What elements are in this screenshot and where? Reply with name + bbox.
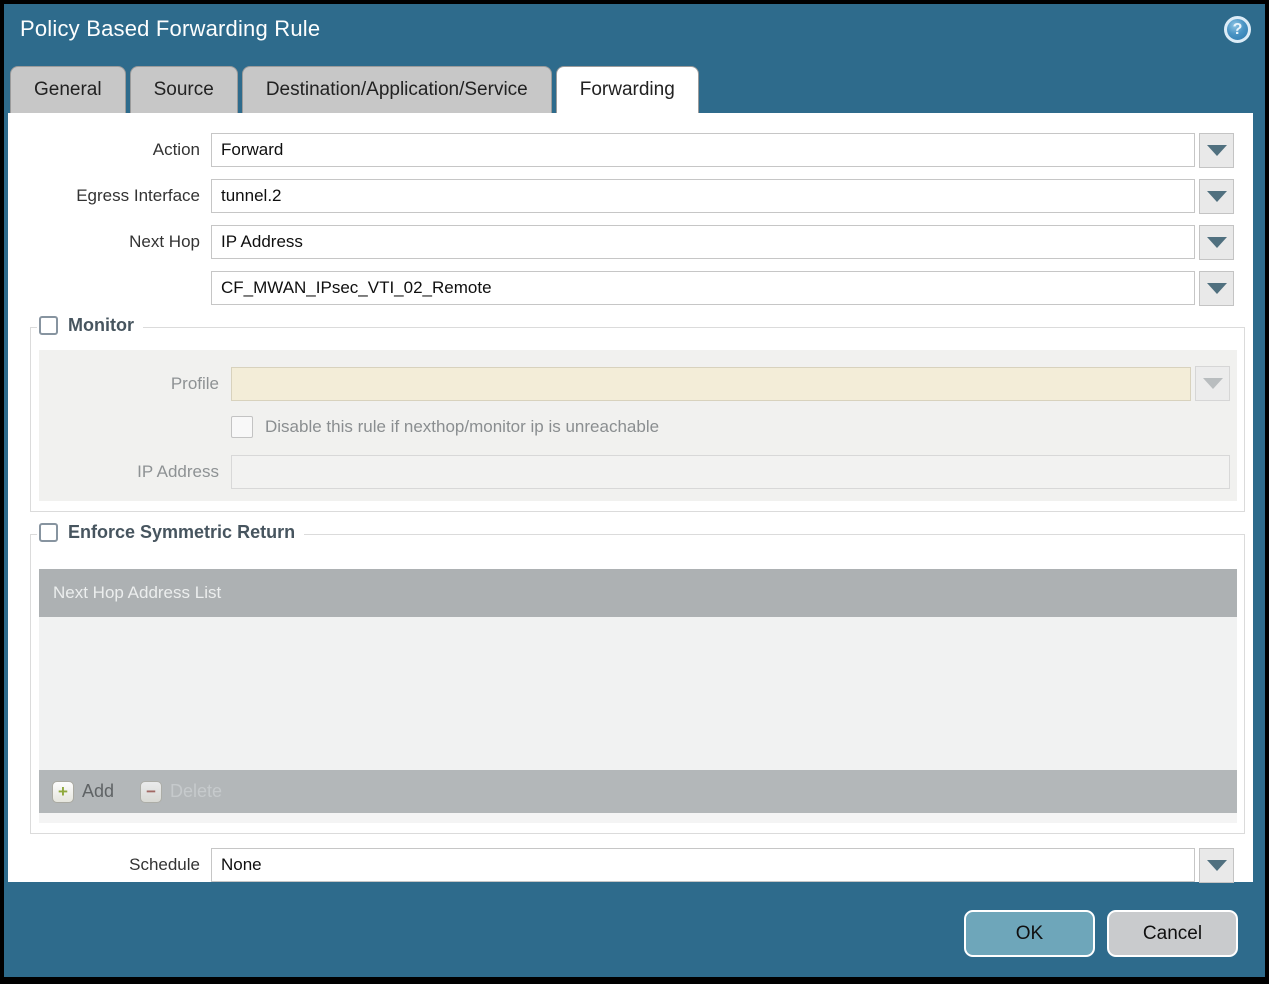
add-button[interactable]: + Add bbox=[52, 780, 115, 803]
chevron-down-icon bbox=[1206, 190, 1227, 202]
tab-bar: General Source Destination/Application/S… bbox=[4, 66, 1265, 113]
next-hop-address-list-toolbar: + Add − Delete bbox=[39, 770, 1237, 813]
delete-button-label: Delete bbox=[170, 781, 223, 801]
enforce-symmetric-return-legend-label: Enforce Symmetric Return bbox=[68, 522, 296, 542]
next-hop-type-value: IP Address bbox=[221, 232, 303, 251]
cancel-button[interactable]: Cancel bbox=[1107, 910, 1238, 957]
enforce-symmetric-return-checkbox[interactable] bbox=[39, 523, 58, 542]
next-hop-row: Next Hop IP Address bbox=[8, 224, 1234, 260]
next-hop-address-value: CF_MWAN_IPsec_VTI_02_Remote bbox=[221, 278, 492, 297]
help-icon[interactable]: ? bbox=[1224, 16, 1251, 43]
monitor-ip-address-row: IP Address bbox=[39, 455, 1233, 489]
chevron-down-icon bbox=[1206, 282, 1227, 294]
enforce-symmetric-return-legend: Enforce Symmetric Return bbox=[37, 522, 305, 543]
monitor-checkbox[interactable] bbox=[39, 316, 58, 335]
next-hop-type-dropdown-button[interactable] bbox=[1199, 224, 1234, 260]
next-hop-type-select[interactable]: IP Address bbox=[211, 225, 1195, 259]
schedule-row: Schedule None bbox=[8, 847, 1234, 883]
monitor-panel: Profile Disable this rule if nexthop/mon… bbox=[39, 350, 1237, 501]
dialog-titlebar: Policy Based Forwarding Rule ? bbox=[4, 4, 1265, 66]
next-hop-address-row: CF_MWAN_IPsec_VTI_02_Remote bbox=[8, 270, 1234, 306]
profile-label: Profile bbox=[170, 373, 219, 393]
action-value: Forward bbox=[221, 140, 284, 159]
schedule-select[interactable]: None bbox=[211, 848, 1195, 882]
monitor-legend: Monitor bbox=[37, 315, 143, 336]
monitor-legend-label: Monitor bbox=[68, 315, 134, 335]
minus-icon: − bbox=[140, 780, 163, 803]
profile-row: Profile bbox=[39, 366, 1233, 401]
next-hop-address-dropdown-button[interactable] bbox=[1199, 270, 1234, 306]
tab-destination-application-service[interactable]: Destination/Application/Service bbox=[241, 66, 552, 113]
dialog-footer: OK Cancel bbox=[4, 882, 1265, 957]
schedule-label: Schedule bbox=[129, 855, 200, 874]
next-hop-address-select[interactable]: CF_MWAN_IPsec_VTI_02_Remote bbox=[211, 271, 1195, 305]
ok-button[interactable]: OK bbox=[964, 910, 1095, 957]
enforce-symmetric-return-fieldset: Enforce Symmetric Return Next Hop Addres… bbox=[30, 522, 1245, 834]
disable-rule-row: Disable this rule if nexthop/monitor ip … bbox=[231, 416, 1233, 438]
schedule-value: None bbox=[221, 855, 262, 874]
egress-interface-row: Egress Interface tunnel.2 bbox=[8, 178, 1234, 214]
profile-select bbox=[231, 366, 1191, 401]
monitor-ip-address-input bbox=[231, 455, 1230, 489]
tab-general[interactable]: General bbox=[10, 66, 126, 113]
next-hop-label: Next Hop bbox=[129, 232, 200, 251]
plus-icon: + bbox=[52, 780, 74, 803]
chevron-down-icon bbox=[1202, 378, 1223, 389]
delete-button: − Delete bbox=[140, 780, 223, 803]
next-hop-address-list-table: Next Hop Address List + Add − Delete bbox=[39, 569, 1237, 823]
chevron-down-icon bbox=[1206, 144, 1227, 156]
next-hop-address-list-body[interactable] bbox=[39, 617, 1237, 770]
chevron-down-icon bbox=[1206, 236, 1227, 248]
disable-rule-label: Disable this rule if nexthop/monitor ip … bbox=[265, 417, 660, 436]
disable-rule-checkbox bbox=[231, 416, 253, 438]
tab-source[interactable]: Source bbox=[129, 66, 238, 113]
tab-forwarding[interactable]: Forwarding bbox=[555, 66, 699, 113]
chevron-down-icon bbox=[1206, 859, 1227, 871]
profile-dropdown-button bbox=[1195, 366, 1230, 401]
egress-interface-select[interactable]: tunnel.2 bbox=[211, 179, 1195, 213]
egress-interface-value: tunnel.2 bbox=[221, 186, 282, 205]
forwarding-tab-panel: Action Forward Egress Interface tunnel.2 bbox=[8, 113, 1253, 883]
table-bottom-strip bbox=[39, 813, 1237, 823]
policy-based-forwarding-dialog: Policy Based Forwarding Rule ? General S… bbox=[4, 4, 1265, 977]
next-hop-address-list-header: Next Hop Address List bbox=[39, 569, 1237, 617]
action-label: Action bbox=[152, 140, 200, 159]
schedule-dropdown-button[interactable] bbox=[1199, 847, 1234, 883]
add-button-label: Add bbox=[82, 781, 115, 801]
monitor-fieldset: Monitor Profile Disable this rule if nex… bbox=[30, 315, 1245, 512]
action-dropdown-button[interactable] bbox=[1199, 132, 1234, 168]
dialog-title: Policy Based Forwarding Rule bbox=[20, 16, 321, 41]
monitor-ip-address-label: IP Address bbox=[137, 462, 219, 481]
egress-interface-label: Egress Interface bbox=[76, 186, 200, 205]
egress-interface-dropdown-button[interactable] bbox=[1199, 178, 1234, 214]
action-select[interactable]: Forward bbox=[211, 133, 1195, 167]
screenshot-frame: Policy Based Forwarding Rule ? General S… bbox=[0, 0, 1269, 984]
action-row: Action Forward bbox=[8, 132, 1234, 168]
